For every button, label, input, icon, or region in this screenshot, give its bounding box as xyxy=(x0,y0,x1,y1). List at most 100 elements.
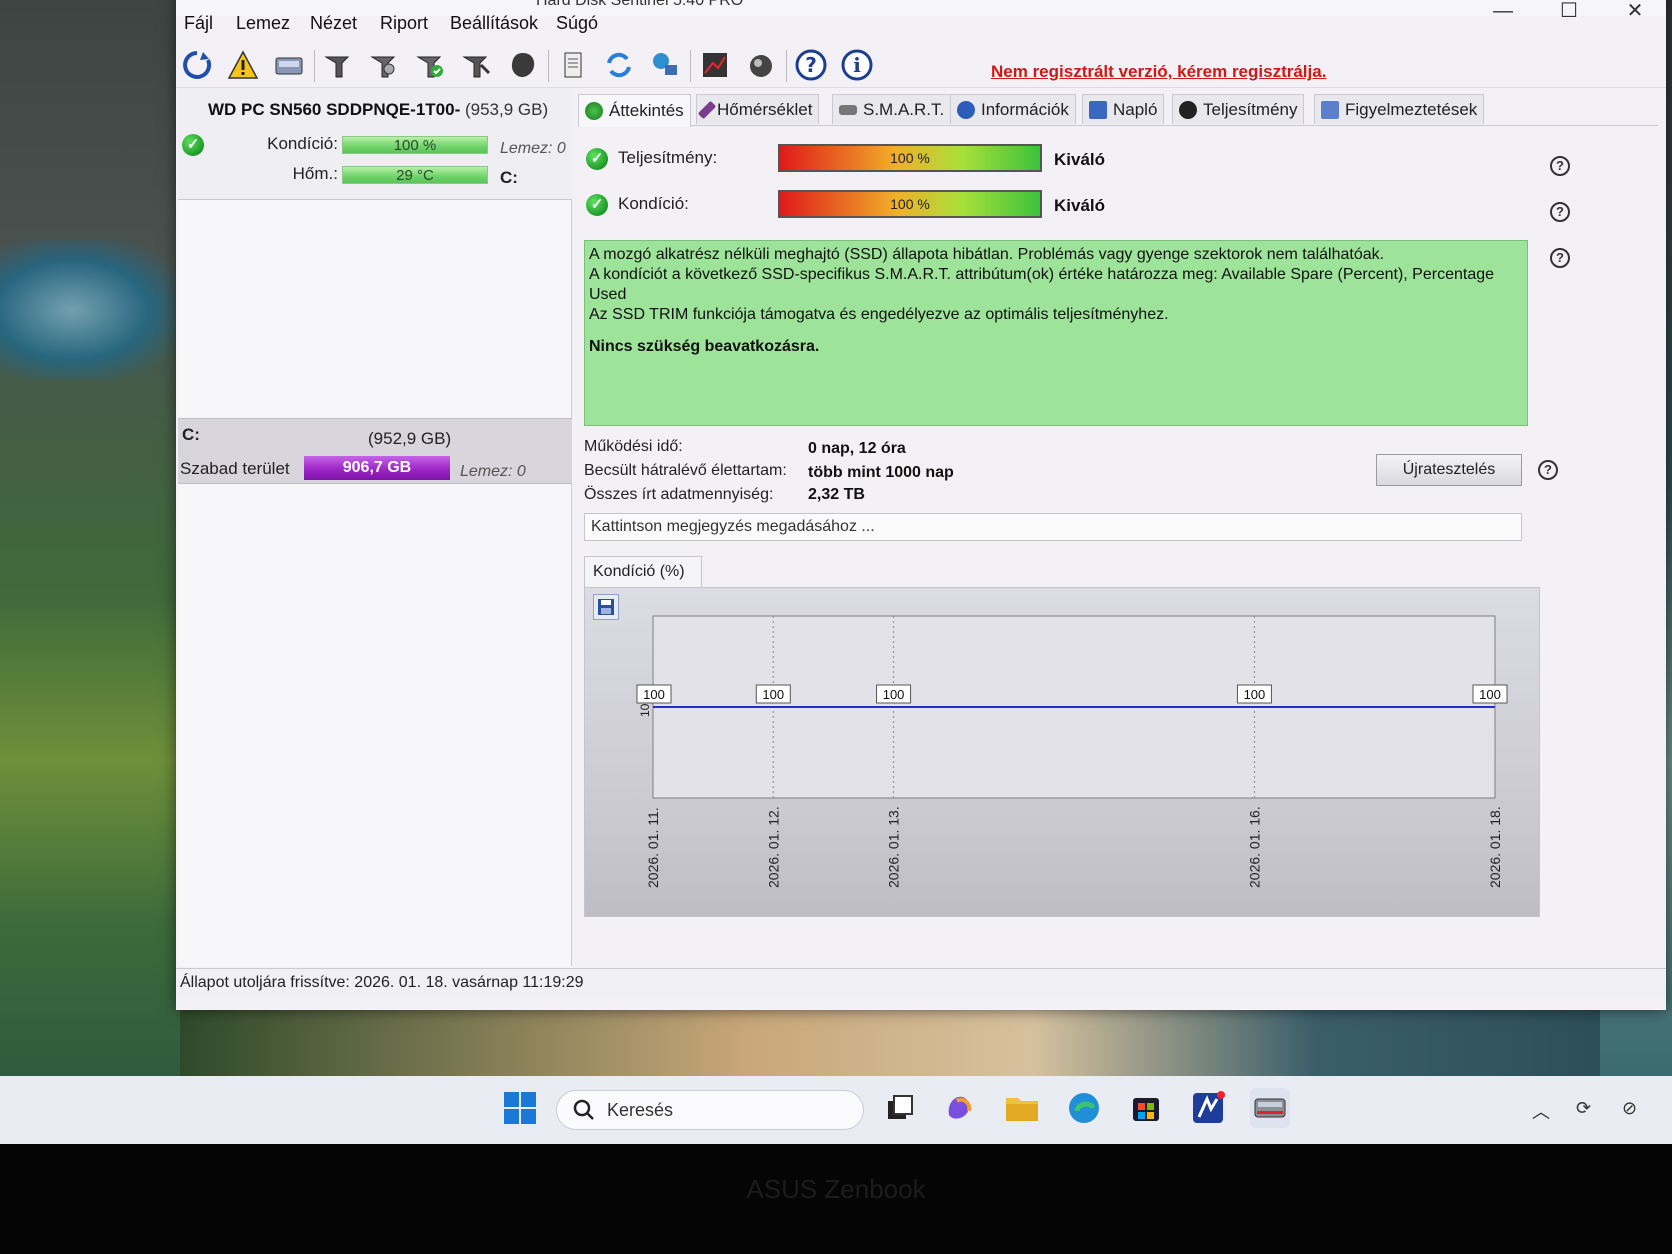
retest-help-icon[interactable]: ? xyxy=(1538,460,1558,480)
toolbar: ? i xyxy=(176,42,1666,88)
hdsentinel-icon[interactable] xyxy=(1250,1088,1290,1128)
y-tick-label: 10 xyxy=(638,703,652,717)
disk-icon[interactable] xyxy=(272,48,306,82)
x-tick-label: 2026. 01. 11. xyxy=(645,807,661,888)
svg-text:?: ? xyxy=(805,53,817,77)
free-space-bar: 906,7 GB xyxy=(304,456,450,480)
thermometer-icon xyxy=(697,100,717,119)
task-view-icon[interactable] xyxy=(880,1088,920,1128)
tray-sync-icon[interactable]: ⟳ xyxy=(1576,1098,1591,1119)
menu-disk[interactable]: Lemez xyxy=(236,13,290,34)
menu-file[interactable]: Fájl xyxy=(184,13,213,34)
search-icon xyxy=(573,1099,594,1120)
network-icon[interactable] xyxy=(648,48,682,82)
tab-performance-label: Teljesítmény xyxy=(1203,99,1298,119)
tab-performance[interactable]: Teljesítmény xyxy=(1172,94,1305,124)
performance-label: Teljesítmény: xyxy=(618,148,718,167)
tab-alerts[interactable]: Figyelmeztetések xyxy=(1314,94,1485,124)
drive-tool-icon[interactable] xyxy=(322,48,356,82)
condition-bar: 100 % xyxy=(778,190,1042,218)
blob-icon[interactable] xyxy=(506,48,540,82)
performance-bar: 100 % xyxy=(778,144,1042,172)
info-icon[interactable]: i xyxy=(840,48,874,82)
condition-verdict: Kiváló xyxy=(1054,196,1106,215)
note-input[interactable]: Kattintson megjegyzés megadásához ... xyxy=(584,513,1522,541)
menu-settings[interactable]: Beállítások xyxy=(450,13,538,34)
tab-info[interactable]: Információk xyxy=(950,94,1076,124)
drive-ok-icon[interactable] xyxy=(414,48,448,82)
menu-bar: Fájl Lemez Nézet Riport Beállítások Súgó xyxy=(176,10,1666,40)
screen: Hard Disk Sentinel 5.40 PRO — ☐ ✕ Fájl L… xyxy=(0,0,1672,1254)
tray-network-icon[interactable]: ⊘ xyxy=(1622,1098,1637,1119)
message-help-icon[interactable]: ? xyxy=(1550,248,1570,268)
save-chart-button[interactable] xyxy=(593,594,619,620)
toolbar-separator xyxy=(690,50,691,82)
drive-remove-icon[interactable] xyxy=(460,48,494,82)
tab-overview[interactable]: Áttekintés xyxy=(578,94,691,127)
copilot-icon[interactable] xyxy=(940,1088,980,1128)
message-action: Nincs szükség beavatkozásra. xyxy=(589,338,820,355)
right-panel: Áttekintés Hőmérséklet S.M.A.R.T. Inform… xyxy=(578,90,1658,970)
tab-smart-label: S.M.A.R.T. xyxy=(863,99,945,119)
retest-button[interactable]: Újratesztelés xyxy=(1376,454,1522,486)
chart-tab-condition[interactable]: Kondíció (%) xyxy=(584,556,702,588)
register-link[interactable]: Nem regisztrált verzió, kérem regisztrál… xyxy=(991,62,1326,82)
save-icon xyxy=(598,599,614,615)
data-label: 100 xyxy=(1479,687,1501,702)
menu-view[interactable]: Nézet xyxy=(310,13,357,34)
wallpaper-cliff xyxy=(0,0,180,1085)
condition-help-icon[interactable]: ? xyxy=(1550,202,1570,222)
tray-overflow-icon[interactable]: ︿ xyxy=(1532,1098,1550,1124)
mydesk-icon[interactable] xyxy=(1188,1088,1228,1128)
power-icon[interactable] xyxy=(744,48,778,82)
log-icon xyxy=(1089,100,1107,119)
disk-card[interactable]: WD PC SN560 SDDPNQE-1T00- (953,9 GB) ✓ K… xyxy=(178,88,572,200)
written-value: 2,32 TB xyxy=(808,486,865,503)
svg-text:i: i xyxy=(853,53,861,77)
performance-icon xyxy=(1179,100,1197,119)
help-icon[interactable]: ? xyxy=(794,48,828,82)
performance-verdict: Kiváló xyxy=(1054,150,1106,169)
message-line: A mozgó alkatrész nélküli meghajtó (SSD)… xyxy=(589,246,1385,263)
tab-log[interactable]: Napló xyxy=(1082,94,1165,124)
x-tick-label: 2026. 01. 13. xyxy=(886,806,902,888)
warning-icon[interactable] xyxy=(226,48,260,82)
disk-condition-bar: 100 % xyxy=(342,136,488,154)
condition-label: Kondíció: xyxy=(618,194,689,213)
volume-card[interactable]: C: (952,9 GB) Szabad terület 906,7 GB Le… xyxy=(178,418,572,484)
drive-settings-icon[interactable] xyxy=(368,48,402,82)
menu-help[interactable]: Súgó xyxy=(556,13,598,34)
store-icon[interactable] xyxy=(1126,1088,1166,1128)
toolbar-separator xyxy=(314,50,315,82)
disk-condition-label: Kondíció: xyxy=(267,134,338,153)
chart-icon[interactable] xyxy=(698,48,732,82)
message-line: Az SSD TRIM funkciója támogatva és enged… xyxy=(589,306,1169,323)
tab-temperature[interactable]: Hőmérséklet xyxy=(696,94,820,124)
toolbar-separator xyxy=(548,50,549,82)
alerts-icon xyxy=(1321,100,1339,119)
tab-smart[interactable]: S.M.A.R.T. xyxy=(832,94,952,124)
laptop-bezel: ASUS Zenbook xyxy=(0,1144,1672,1254)
sync-icon[interactable] xyxy=(602,48,636,82)
x-tick-label: 2026. 01. 18. xyxy=(1487,806,1503,888)
disk-size: (953,9 GB) xyxy=(464,100,549,119)
condition-chart: 2026. 01. 11. 2026. 01. 12. 2026. 01. 13. 2… xyxy=(584,587,1540,917)
message-line: A kondíciót a következő SSD-specifikus S… xyxy=(589,266,1495,303)
lifetime-label: Becsült hátralévő élettartam: xyxy=(584,462,787,479)
file-explorer-icon[interactable] xyxy=(1002,1088,1042,1128)
menu-report[interactable]: Riport xyxy=(380,13,428,34)
tab-info-label: Információk xyxy=(981,99,1069,119)
volume-letter: C: xyxy=(182,425,200,444)
refresh-icon[interactable] xyxy=(180,48,214,82)
start-icon[interactable] xyxy=(500,1088,540,1128)
status-message-box: A mozgó alkatrész nélküli meghajtó (SSD)… xyxy=(584,240,1528,426)
condition-ok-icon: ✓ xyxy=(586,194,608,216)
search-placeholder: Keresés xyxy=(607,1099,674,1120)
disk-temp-bar: 29 °C xyxy=(342,166,488,184)
performance-help-icon[interactable]: ? xyxy=(1550,156,1570,176)
report-icon[interactable] xyxy=(556,48,590,82)
search-box[interactable]: Keresés xyxy=(556,1090,864,1130)
app-window: Hard Disk Sentinel 5.40 PRO — ☐ ✕ Fájl L… xyxy=(176,0,1666,1010)
uptime-value: 0 nap, 12 óra xyxy=(808,440,906,457)
edge-icon[interactable] xyxy=(1064,1088,1104,1128)
